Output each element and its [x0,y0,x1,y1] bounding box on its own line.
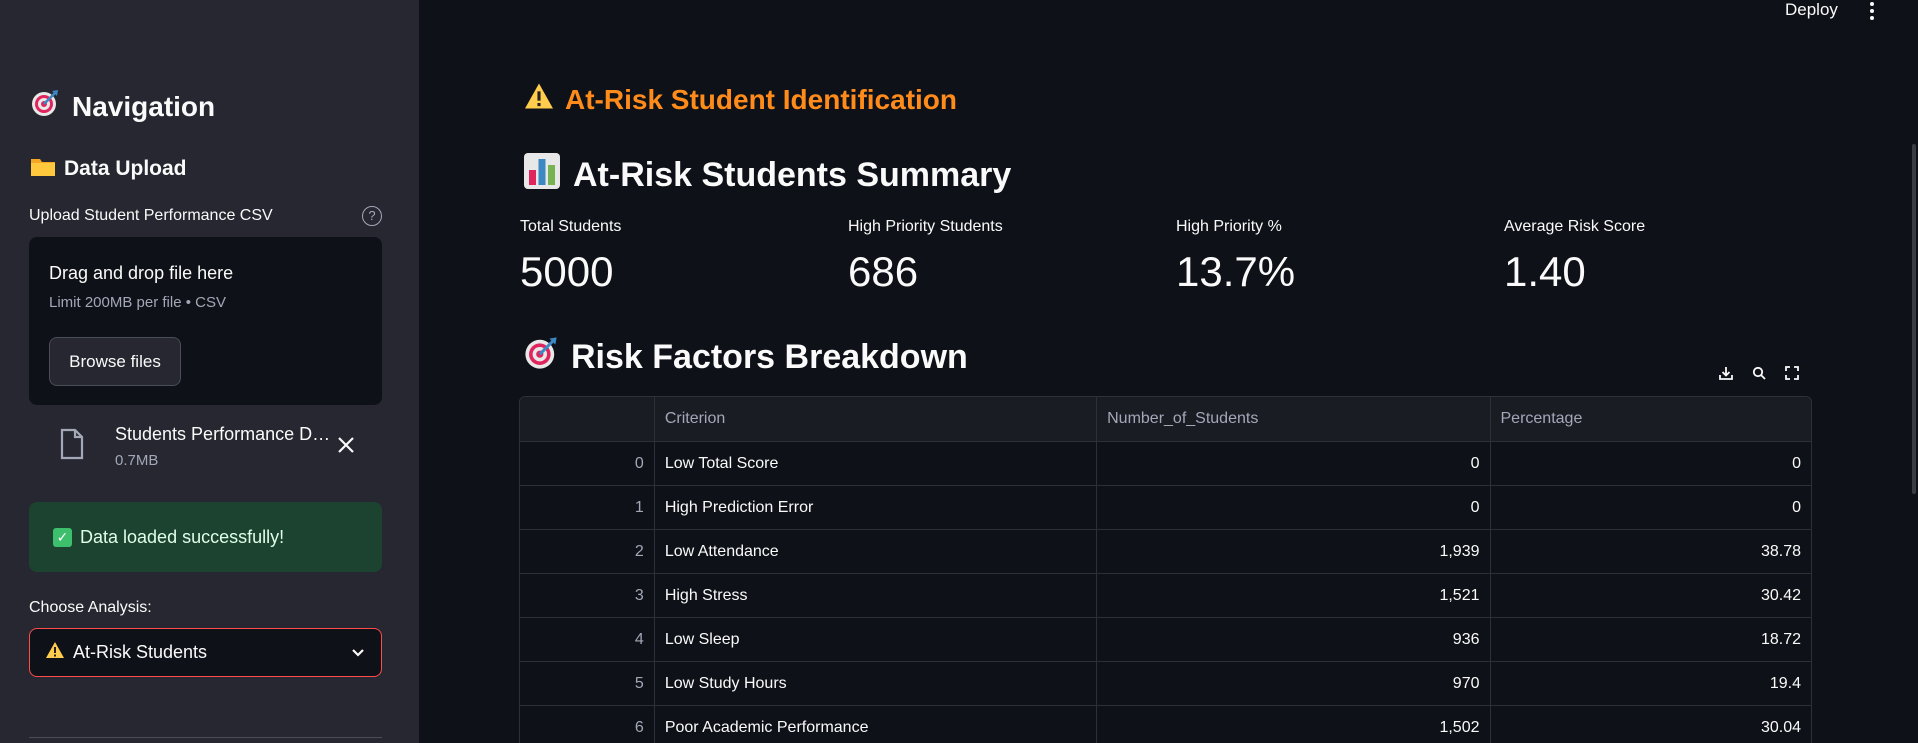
count-cell[interactable]: 970 [1097,662,1491,705]
criterion-cell[interactable]: Poor Academic Performance [655,706,1098,743]
metric-label: Average Risk Score [1504,218,1646,235]
search-icon[interactable] [1749,363,1769,383]
upload-label: Upload Student Performance CSV [29,207,273,224]
file-dropzone[interactable]: Drag and drop file here Limit 200MB per … [29,237,382,405]
file-size: 0.7MB [115,452,159,469]
warning-icon [45,641,65,664]
table-row: 3 High Stress 1,521 30.42 [520,574,1811,618]
table-row: 1 High Prediction Error 0 0 [520,486,1811,530]
metric-value: 5000 [520,248,614,295]
metric-label: High Priority Students [848,218,1003,235]
sidebar: Navigation Data Upload Upload Student Pe… [0,0,419,743]
metric-value: 1.40 [1504,248,1586,295]
count-cell[interactable]: 1,939 [1097,530,1491,573]
success-message: Data loaded successfully! [80,526,285,547]
deploy-button[interactable]: Deploy [1785,0,1838,20]
risk-factors-table[interactable]: Criterion Number_of_Students Percentage … [519,396,1812,743]
metric-label: High Priority % [1176,218,1282,235]
close-icon[interactable] [337,432,355,458]
metric-high-priority-percent: High Priority % 13.7% [1176,218,1295,296]
data-upload-heading: Data Upload [30,155,187,183]
percentage-cell[interactable]: 19.4 [1491,662,1812,705]
table-header-row: Criterion Number_of_Students Percentage [520,397,1811,442]
dropzone-limit: Limit 200MB per file • CSV [49,294,226,311]
download-icon[interactable] [1716,363,1736,383]
column-header-criterion[interactable]: Criterion [655,397,1098,441]
chevron-down-icon [351,644,365,665]
percentage-cell[interactable]: 30.04 [1491,706,1812,743]
count-cell[interactable]: 0 [1097,442,1491,485]
main-menu-icon[interactable] [1866,0,1878,22]
folder-icon [30,155,56,183]
metric-value: 13.7% [1176,248,1296,295]
file-icon [59,428,85,465]
summary-heading: At-Risk Students Summary [523,152,1011,199]
risk-heading-label: Risk Factors Breakdown [571,338,968,376]
row-index: 4 [520,618,655,661]
criterion-cell[interactable]: Low Study Hours [655,662,1098,705]
browse-files-button[interactable]: Browse files [49,337,181,386]
percentage-cell[interactable]: 38.78 [1491,530,1812,573]
row-index: 3 [520,574,655,617]
help-icon[interactable]: ? [362,206,382,226]
row-index: 1 [520,486,655,529]
metric-total-students: Total Students 5000 [520,218,621,296]
row-index: 6 [520,706,655,743]
fullscreen-icon[interactable] [1782,363,1802,383]
percentage-cell[interactable]: 0 [1491,442,1812,485]
data-upload-label: Data Upload [64,157,187,180]
analysis-select[interactable]: At-Risk Students [29,628,382,677]
column-header-percentage[interactable]: Percentage [1491,397,1812,441]
file-name: Students Performance Dataset.csv [115,424,339,444]
summary-heading-label: At-Risk Students Summary [573,156,1012,194]
choose-analysis-label: Choose Analysis: [29,599,152,616]
risk-heading: Risk Factors Breakdown [523,335,968,380]
row-index: 5 [520,662,655,705]
criterion-cell[interactable]: Low Attendance [655,530,1098,573]
criterion-cell[interactable]: Low Total Score [655,442,1098,485]
column-header-number-of-students[interactable]: Number_of_Students [1097,397,1491,441]
check-icon: ✓ [53,527,72,547]
row-index: 2 [520,530,655,573]
dropzone-title: Drag and drop file here [49,263,234,283]
percentage-cell[interactable]: 30.42 [1491,574,1812,617]
table-row: 2 Low Attendance 1,939 38.78 [520,530,1811,574]
sidebar-title: Navigation [30,88,215,125]
metric-high-priority-students: High Priority Students 686 [848,218,1003,296]
count-cell[interactable]: 936 [1097,618,1491,661]
criterion-cell[interactable]: High Prediction Error [655,486,1098,529]
table-toolbar [1716,363,1802,383]
target-icon [523,335,559,380]
table-row: 4 Low Sleep 936 18.72 [520,618,1811,662]
metric-average-risk-score: Average Risk Score 1.40 [1504,218,1645,296]
page-title: At-Risk Student Identification [523,82,957,117]
bar-chart-icon [523,152,561,199]
column-header-index[interactable] [520,397,655,441]
analysis-select-value: At-Risk Students [73,642,208,662]
metric-value: 686 [848,248,919,295]
page-title-label: At-Risk Student Identification [565,83,957,115]
percentage-cell[interactable]: 0 [1491,486,1812,529]
count-cell[interactable]: 0 [1097,486,1491,529]
table-row: 6 Poor Academic Performance 1,502 30.04 [520,706,1811,743]
row-index: 0 [520,442,655,485]
sidebar-title-label: Navigation [72,90,216,122]
warning-icon [523,82,555,117]
count-cell[interactable]: 1,502 [1097,706,1491,743]
table-row: 5 Low Study Hours 970 19.4 [520,662,1811,706]
criterion-cell[interactable]: High Stress [655,574,1098,617]
table-row: 0 Low Total Score 0 0 [520,442,1811,486]
criterion-cell[interactable]: Low Sleep [655,618,1098,661]
percentage-cell[interactable]: 18.72 [1491,618,1812,661]
target-icon [30,88,60,125]
count-cell[interactable]: 1,521 [1097,574,1491,617]
metric-label: Total Students [520,218,622,235]
uploaded-file: Students Performance Dataset.csv 0.7MB [55,422,365,472]
page-scrollbar[interactable] [1912,144,1916,494]
success-alert: ✓ Data loaded successfully! [29,502,382,572]
sidebar-divider [29,737,382,738]
